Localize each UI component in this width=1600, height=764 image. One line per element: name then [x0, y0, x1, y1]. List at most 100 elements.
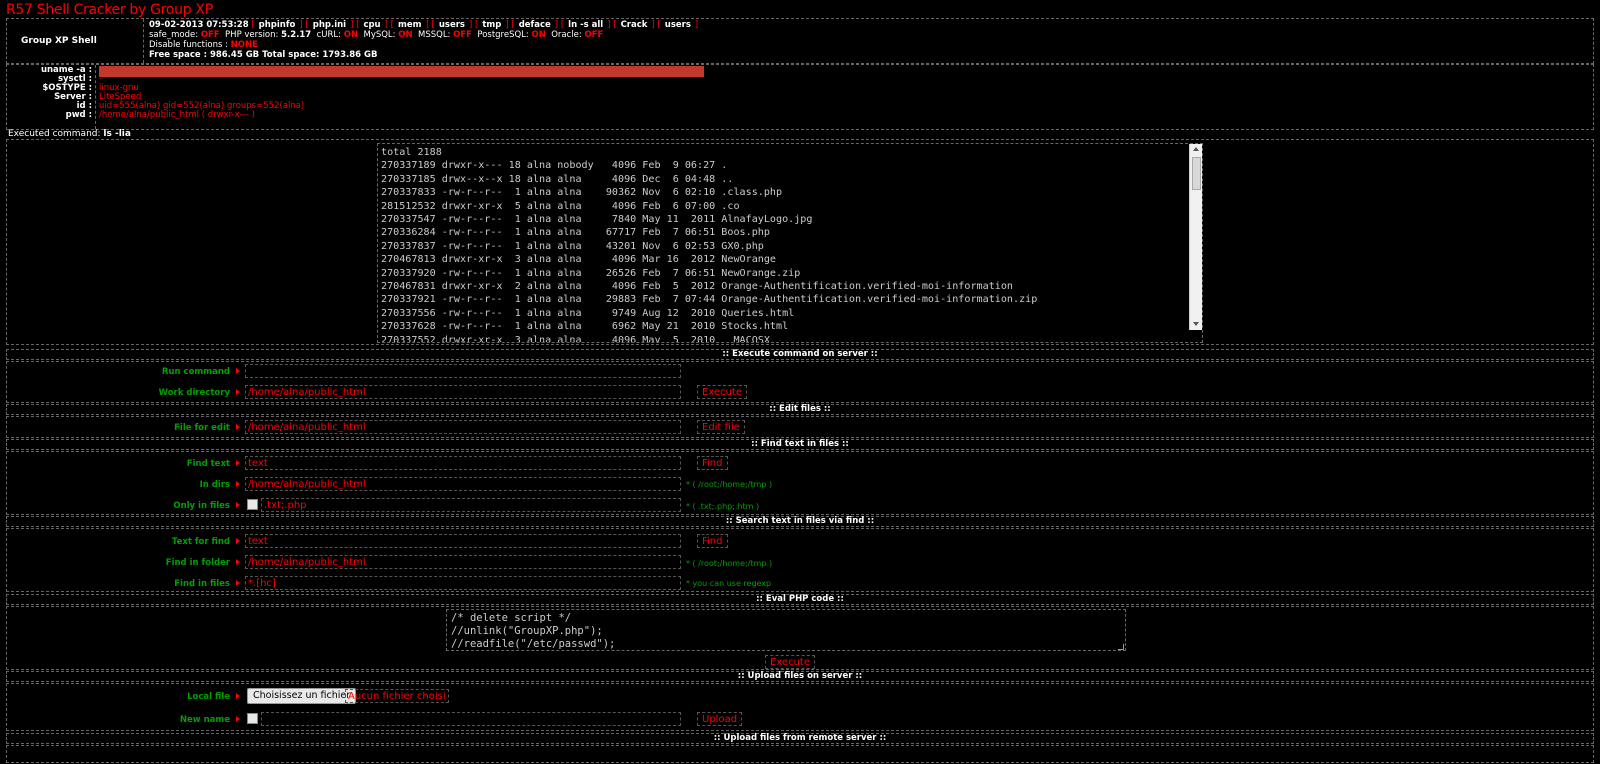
eval-execute-button[interactable]: Execute — [765, 655, 815, 669]
edit-arrow-icon — [236, 424, 240, 430]
executed-cmd: ls -lia — [103, 129, 131, 139]
in-dirs-label: In dirs — [199, 480, 230, 490]
menu-users-2[interactable]: users — [665, 20, 691, 30]
page-title: R57 Shell Cracker by Group XP — [6, 2, 213, 18]
menu-ln-s-all[interactable]: ln -s all — [568, 20, 603, 30]
remote-panel — [6, 745, 1594, 763]
only-in-files-hint-text: ( .txt;.php;.htm ) — [692, 502, 760, 511]
eval-code-textarea[interactable]: /* delete script */ //unlink("GroupXP.ph… — [446, 609, 1126, 651]
only-in-files-input[interactable]: .txt;.php — [261, 498, 681, 512]
find-text-label: Find text — [186, 459, 230, 469]
find-folder-arrow-icon — [236, 559, 240, 565]
file-for-edit-input[interactable]: /home/alna/public_html — [245, 420, 681, 434]
section-search-header: :: Search text in files via find :: — [6, 516, 1594, 527]
upload-panel — [6, 683, 1594, 731]
listing-line: 270337556 -rw-r--r-- 1 alna alna 9749 Au… — [381, 307, 795, 319]
upload-button[interactable]: Upload — [697, 712, 743, 726]
work-directory-label: Work directory — [158, 388, 230, 398]
disk-space: Free space : 986.45 GB Total space: 1793… — [149, 50, 378, 60]
section-eval-header: :: Eval PHP code :: — [6, 594, 1594, 605]
find-files-arrow-icon — [236, 580, 240, 586]
find-text-input[interactable]: text — [245, 456, 681, 470]
work-directory-input[interactable]: /home/alna/public_html — [245, 385, 681, 399]
server-flags: safe_mode: OFF PHP version: 5.2.17 cURL:… — [149, 30, 698, 40]
mysql-value: ON — [398, 30, 413, 40]
output-panel: total 2188 270337189 drwxr-x--- 18 alna n… — [6, 139, 1594, 345]
scroll-up-icon[interactable] — [1193, 147, 1199, 151]
edit-file-button[interactable]: Edit file — [697, 420, 745, 434]
text-for-find-input[interactable]: text — [245, 534, 681, 548]
scroll-down-icon[interactable] — [1193, 322, 1199, 326]
menu-deface[interactable]: deface — [519, 20, 551, 30]
listing-line: 270337833 -rw-r--r-- 1 alna alna 90362 N… — [381, 187, 783, 199]
run-command-label: Run command — [161, 367, 230, 377]
only-in-files-hint: * ( .txt;.php;.htm ) — [686, 502, 760, 511]
find-in-folder-input[interactable]: /home/alna/public_html — [245, 555, 681, 569]
oracle-value: OFF — [584, 30, 604, 40]
section-edit-header: :: Edit files :: — [6, 404, 1594, 415]
curl-value: ON — [343, 30, 359, 40]
safe-mode-value: OFF — [200, 30, 220, 40]
listing-text: total 2188 270337189 drwxr-x--- 18 alna n… — [381, 146, 1037, 343]
no-file-chosen: Aucun fichier choisi — [345, 689, 449, 703]
find-text-arrow-icon — [236, 460, 240, 466]
local-file-arrow-icon — [236, 693, 240, 699]
listing-line: 270337185 drwx--x--x 18 alna alna 4096 D… — [381, 173, 734, 185]
listing-line: 270337628 -rw-r--r-- 1 alna alna 6962 Ma… — [381, 321, 789, 333]
listing-line: 270336284 -rw-r--r-- 1 alna alna 67717 F… — [381, 227, 770, 239]
run-arrow-icon — [236, 368, 240, 374]
new-name-checkbox[interactable] — [247, 713, 258, 724]
section-find-header: :: Find text in files :: — [6, 439, 1594, 450]
only-in-files-label: Only in files — [173, 501, 230, 511]
find-in-files-input[interactable]: *.[hc] — [245, 576, 681, 590]
executed-command: Executed command: ls -lia — [8, 129, 131, 139]
sysinfo-values: - linux-gnu LiteSpeed uid=555(alna) gid=… — [99, 66, 704, 120]
text-for-find-arrow-icon — [236, 538, 240, 544]
mssql-value: OFF — [453, 30, 472, 40]
choose-file-button[interactable]: Choisissez un fichier — [247, 688, 357, 704]
oracle-label: Oracle: — [551, 30, 582, 40]
listing-line: 270467831 drwxr-xr-x 2 alna alna 4096 Fe… — [381, 281, 1014, 293]
sysctl-value: - — [99, 74, 103, 84]
find-in-files-hint: * you can use regexp — [686, 579, 772, 588]
menu-users[interactable]: users — [439, 20, 465, 30]
only-in-files-checkbox[interactable] — [247, 499, 258, 510]
find-in-folder-hint: * ( /root;/home;/tmp ) — [686, 559, 773, 568]
header-menu-row: 09-02-2013 07:53:28 [phpinfo] [php.ini] … — [149, 20, 699, 30]
menu-phpini[interactable]: php.ini — [313, 20, 346, 30]
menu-phpinfo[interactable]: phpinfo — [259, 20, 296, 30]
menu-tmp[interactable]: tmp — [482, 20, 501, 30]
menu-cpu[interactable]: cpu — [363, 20, 380, 30]
curl-label: cURL: — [316, 30, 342, 40]
datetime: 09-02-2013 07:53:28 — [149, 20, 249, 30]
find-button[interactable]: Find — [697, 456, 728, 470]
section-exec-header: :: Execute command on server :: — [6, 349, 1594, 360]
header-panel: Group XP Shell 09-02-2013 07:53:28 [phpi… — [6, 18, 1594, 64]
section-remote-header: :: Upload files from remote server :: — [6, 733, 1594, 744]
listing-line: 281512532 drwxr-xr-x 5 alna alna 4096 Fe… — [381, 200, 740, 212]
new-name-input[interactable] — [261, 712, 681, 726]
in-dirs-arrow-icon — [236, 481, 240, 487]
pgsql-value: ON — [531, 30, 546, 40]
menu-crack[interactable]: Crack — [621, 20, 648, 30]
new-name-arrow-icon — [236, 716, 240, 722]
output-listing[interactable]: total 2188 270337189 drwxr-x--- 18 alna n… — [377, 143, 1203, 343]
menu-mem[interactable]: mem — [398, 20, 421, 30]
execute-button[interactable]: Execute — [697, 385, 747, 399]
ostype-value: linux-gnu — [99, 83, 139, 93]
find-via-find-button[interactable]: Find — [697, 534, 728, 548]
pgsql-label: PostgreSQL: — [477, 30, 529, 40]
run-command-input[interactable] — [245, 364, 681, 378]
mysql-label: MySQL: — [363, 30, 396, 40]
scroll-thumb[interactable] — [1192, 157, 1201, 190]
textarea-resize-icon[interactable] — [1118, 644, 1124, 650]
listing-line: 270337547 -rw-r--r-- 1 alna alna 7840 Ma… — [381, 214, 813, 226]
listing-scrollbar[interactable] — [1189, 144, 1202, 330]
only-files-arrow-icon — [236, 502, 240, 508]
in-dirs-input[interactable]: /home/alna/public_html — [245, 477, 681, 491]
in-dirs-hint: * ( /root;/home;/tmp ) — [686, 480, 773, 489]
sysinfo-panel: uname -a : sysctl : $OSTYPE : Server : i… — [6, 64, 1594, 130]
brand-label: Group XP Shell — [21, 36, 97, 46]
listing-line: 270337552 drwxr-xr-x 3 alna alna 4096 Ma… — [381, 334, 770, 343]
php-value: 5.2.17 — [281, 30, 312, 40]
